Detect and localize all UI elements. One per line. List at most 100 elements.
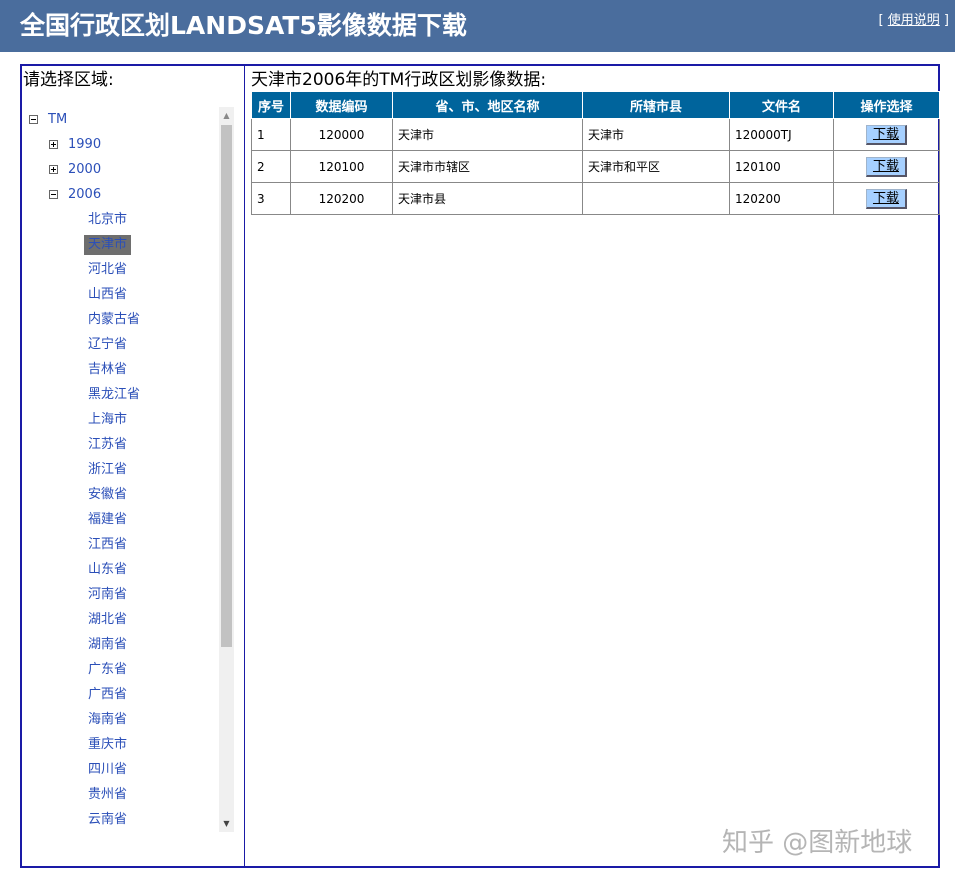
watermark: 知乎 @图新地球	[722, 828, 913, 858]
tree-node-province[interactable]: 湖南省	[22, 635, 217, 655]
cell-code: 120100	[290, 150, 393, 183]
tree-node-province-label[interactable]: 江西省	[84, 535, 131, 555]
tree-node-province[interactable]: 江苏省	[22, 435, 217, 455]
region-tree: TM 1990 2000 2006 北京市天津市河北省山西省内蒙古省辽宁省吉林省黑龙江省…	[22, 107, 234, 832]
tree-node-year-1990[interactable]: 1990	[22, 135, 217, 155]
tree-node-province[interactable]: 河北省	[22, 260, 217, 280]
table-row: 3 120200 天津市县 120200 下载	[251, 182, 940, 215]
tree-node-province-label[interactable]: 江苏省	[84, 435, 131, 455]
download-button[interactable]: 下载	[866, 156, 907, 177]
tree-node-province[interactable]: 四川省	[22, 760, 217, 780]
col-header-county: 所辖市县	[582, 91, 730, 119]
tree-node-province-label[interactable]: 广西省	[84, 685, 131, 705]
help-link[interactable]: 使用说明	[888, 13, 940, 28]
help-link-wrapper: [ 使用说明 ]	[879, 12, 949, 30]
tree-node-province[interactable]: 河南省	[22, 585, 217, 605]
tree-node-province[interactable]: 安徽省	[22, 485, 217, 505]
tree-node-province[interactable]: 上海市	[22, 410, 217, 430]
tree-node-year-2006[interactable]: 2006	[22, 185, 217, 205]
tree-node-province[interactable]: 山西省	[22, 285, 217, 305]
collapse-toggle-icon[interactable]	[29, 115, 38, 124]
toggle-plus-bar	[53, 142, 54, 147]
tree-node-province-label[interactable]: 湖南省	[84, 635, 131, 655]
download-button[interactable]: 下载	[866, 124, 907, 145]
cell-code: 120000	[290, 118, 393, 151]
table-header-row: 序号 数据编码 省、市、地区名称 所辖市县 文件名 操作选择	[251, 91, 940, 119]
toggle-minus-bar	[51, 194, 56, 195]
tree-node-root[interactable]: TM	[22, 110, 217, 130]
tree-node-year-2006-label[interactable]: 2006	[64, 185, 105, 205]
cell-name: 天津市	[392, 118, 583, 151]
tree-node-province[interactable]: 北京市	[22, 210, 217, 230]
tree-node-province-label[interactable]: 河北省	[84, 260, 131, 280]
scroll-down-arrow-icon[interactable]: ▼	[219, 815, 234, 832]
collapse-toggle-icon[interactable]	[49, 190, 58, 199]
cell-file: 120000TJ	[729, 118, 834, 151]
tree-node-province-label[interactable]: 上海市	[84, 410, 131, 430]
tree-node-province[interactable]: 贵州省	[22, 785, 217, 805]
cell-file: 120200	[729, 182, 834, 215]
tree-node-province-label[interactable]: 四川省	[84, 760, 131, 780]
tree-node-province[interactable]: 黑龙江省	[22, 385, 217, 405]
tree-node-province-label[interactable]: 福建省	[84, 510, 131, 530]
tree-node-province[interactable]: 山东省	[22, 560, 217, 580]
scroll-up-arrow-icon[interactable]: ▲	[219, 107, 234, 124]
tree-node-province[interactable]: 天津市	[22, 235, 217, 255]
tree-node-province[interactable]: 内蒙古省	[22, 310, 217, 330]
col-header-action: 操作选择	[833, 91, 940, 119]
tree-node-province[interactable]: 重庆市	[22, 735, 217, 755]
tree-node-province[interactable]: 浙江省	[22, 460, 217, 480]
tree-node-year-2000-label[interactable]: 2000	[64, 160, 105, 180]
expand-toggle-icon[interactable]	[49, 140, 58, 149]
tree-node-year-1990-label[interactable]: 1990	[64, 135, 105, 155]
tree-node-province[interactable]: 湖北省	[22, 610, 217, 630]
tree-node-province-label[interactable]: 辽宁省	[84, 335, 131, 355]
tree-node-province-label[interactable]: 山东省	[84, 560, 131, 580]
scroll-thumb[interactable]	[221, 125, 232, 647]
tree-node-province-label[interactable]: 河南省	[84, 585, 131, 605]
cell-file: 120100	[729, 150, 834, 183]
table-row: 2 120100 天津市市辖区 天津市和平区 120100 下载	[251, 150, 940, 183]
tree-node-province[interactable]: 江西省	[22, 535, 217, 555]
col-header-index: 序号	[251, 91, 291, 119]
tree-node-province-label[interactable]: 山西省	[84, 285, 131, 305]
tree-node-province-label[interactable]: 北京市	[84, 210, 131, 230]
tree-node-province-label[interactable]: 吉林省	[84, 360, 131, 380]
tree-node-province[interactable]: 福建省	[22, 510, 217, 530]
help-bracket-close: ]	[939, 13, 949, 28]
cell-county	[582, 182, 730, 215]
cell-county: 天津市	[582, 118, 730, 151]
tree-node-province-label[interactable]: 黑龙江省	[84, 385, 144, 405]
tree-node-province[interactable]: 广东省	[22, 660, 217, 680]
tree-node-province[interactable]: 海南省	[22, 710, 217, 730]
app-header: 全国行政区划LANDSAT5影像数据下载 [ 使用说明 ]	[0, 0, 955, 52]
tree-node-province[interactable]: 广西省	[22, 685, 217, 705]
table-row: 1 120000 天津市 天津市 120000TJ 下载	[251, 118, 940, 151]
tree-node-province-label[interactable]: 浙江省	[84, 460, 131, 480]
tree-node-province-label[interactable]: 天津市	[84, 235, 132, 255]
tree-node-province-label[interactable]: 云南省	[84, 810, 131, 830]
toggle-minus-bar	[31, 119, 36, 120]
toggle-plus-bar	[53, 167, 54, 172]
tree-node-province-label[interactable]: 海南省	[84, 710, 131, 730]
app-title: 全国行政区划LANDSAT5影像数据下载	[20, 11, 467, 40]
data-panel: 天津市2006年的TM行政区划影像数据: 序号 数据编码 省、市、地区名称 所辖…	[246, 66, 940, 866]
tree-node-province-label[interactable]: 贵州省	[84, 785, 131, 805]
tree-node-province-label[interactable]: 安徽省	[84, 485, 131, 505]
tree-node-year-2000[interactable]: 2000	[22, 160, 217, 180]
tree-node-province[interactable]: 辽宁省	[22, 335, 217, 355]
tree-node-province[interactable]: 吉林省	[22, 360, 217, 380]
tree-scrollbar[interactable]: ▲ ▼	[219, 107, 234, 832]
tree-node-province-label[interactable]: 内蒙古省	[84, 310, 144, 330]
tree-node-root-label[interactable]: TM	[44, 110, 71, 130]
tree-node-province-label[interactable]: 湖北省	[84, 610, 131, 630]
cell-name: 天津市市辖区	[392, 150, 583, 183]
data-heading: 天津市2006年的TM行政区划影像数据:	[251, 70, 547, 90]
download-button[interactable]: 下载	[866, 188, 907, 209]
cell-action: 下载	[833, 150, 940, 183]
expand-toggle-icon[interactable]	[49, 165, 58, 174]
cell-index: 2	[251, 150, 291, 183]
tree-node-province-label[interactable]: 重庆市	[84, 735, 131, 755]
tree-node-province[interactable]: 云南省	[22, 810, 217, 830]
tree-node-province-label[interactable]: 广东省	[84, 660, 131, 680]
